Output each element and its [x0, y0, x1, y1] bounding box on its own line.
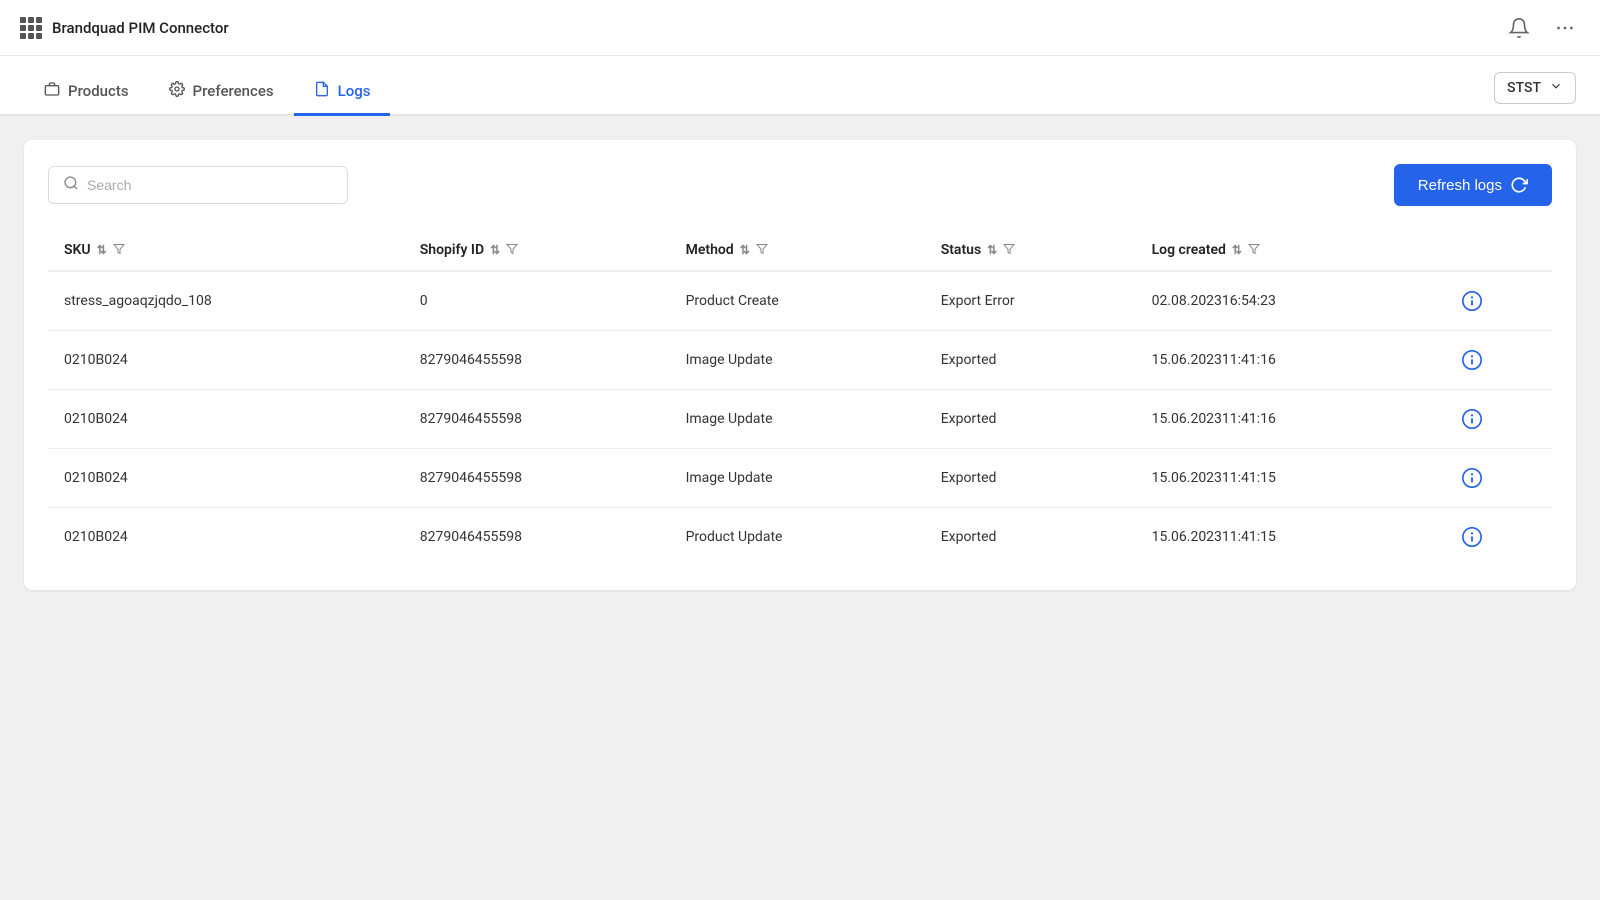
- col-method: Method ⇅: [670, 230, 925, 271]
- cell-log_created-0: 02.08.202316:54:23: [1136, 271, 1445, 331]
- col-status: Status ⇅: [925, 230, 1136, 271]
- topbar-right: [1504, 13, 1580, 43]
- more-options-button[interactable]: [1550, 13, 1580, 43]
- col-shopify-id: Shopify ID ⇅: [404, 230, 670, 271]
- gear-icon: [169, 81, 185, 101]
- method-sort-icon[interactable]: ⇅: [740, 243, 750, 257]
- cell-method-3: Image Update: [670, 449, 925, 508]
- cell-status-2: Exported: [925, 390, 1136, 449]
- table-row: 0210B0248279046455598Image UpdateExporte…: [48, 390, 1552, 449]
- refresh-logs-label: Refresh logs: [1418, 177, 1502, 194]
- info-button[interactable]: [1461, 349, 1483, 371]
- nav-bar: Products Preferences Logs STST: [0, 56, 1600, 116]
- shopify-id-sort-icon[interactable]: ⇅: [490, 243, 500, 257]
- cell-log_created-3: 15.06.202311:41:15: [1136, 449, 1445, 508]
- cell-log_created-2: 15.06.202311:41:16: [1136, 390, 1445, 449]
- search-box[interactable]: [48, 166, 348, 204]
- cell-action-0: [1445, 271, 1552, 331]
- cell-log_created-4: 15.06.202311:41:15: [1136, 508, 1445, 567]
- info-button[interactable]: [1461, 290, 1483, 312]
- table-header: SKU ⇅ Shopify ID ⇅: [48, 230, 1552, 271]
- topbar: Brandquad PIM Connector: [0, 0, 1600, 56]
- tab-logs[interactable]: Logs: [294, 81, 391, 116]
- cell-method-0: Product Create: [670, 271, 925, 331]
- briefcase-icon: [44, 81, 60, 101]
- tab-preferences[interactable]: Preferences: [149, 81, 294, 116]
- search-icon: [63, 175, 79, 195]
- store-selector-value: STST: [1507, 80, 1541, 96]
- method-filter-icon[interactable]: [756, 243, 768, 258]
- cell-status-3: Exported: [925, 449, 1136, 508]
- cell-method-4: Product Update: [670, 508, 925, 567]
- cell-status-4: Exported: [925, 508, 1136, 567]
- tab-logs-label: Logs: [338, 82, 371, 100]
- cell-log_created-1: 15.06.202311:41:16: [1136, 331, 1445, 390]
- store-selector[interactable]: STST: [1494, 72, 1576, 104]
- cell-action-2: [1445, 390, 1552, 449]
- toolbar: Refresh logs: [48, 164, 1552, 206]
- col-sku: SKU ⇅: [48, 230, 404, 271]
- table-body: stress_agoaqzjqdo_1080Product CreateExpo…: [48, 271, 1552, 566]
- cell-shopify_id-4: 8279046455598: [404, 508, 670, 567]
- table-row: stress_agoaqzjqdo_1080Product CreateExpo…: [48, 271, 1552, 331]
- tab-products[interactable]: Products: [24, 81, 149, 116]
- refresh-logs-button[interactable]: Refresh logs: [1394, 164, 1552, 206]
- sku-sort-icon[interactable]: ⇅: [97, 243, 107, 257]
- cell-method-1: Image Update: [670, 331, 925, 390]
- main-content: Refresh logs SKU ⇅: [0, 116, 1600, 900]
- cell-shopify_id-1: 8279046455598: [404, 331, 670, 390]
- refresh-icon: [1510, 176, 1528, 194]
- app-grid-icon: [20, 17, 42, 39]
- cell-sku-1: 0210B024: [48, 331, 404, 390]
- table-row: 0210B0248279046455598Image UpdateExporte…: [48, 331, 1552, 390]
- cell-status-1: Exported: [925, 331, 1136, 390]
- logs-card: Refresh logs SKU ⇅: [24, 140, 1576, 590]
- tab-products-label: Products: [68, 82, 129, 100]
- log-created-filter-icon[interactable]: [1248, 243, 1260, 258]
- search-input[interactable]: [87, 177, 333, 193]
- info-button[interactable]: [1461, 408, 1483, 430]
- col-log-created: Log created ⇅: [1136, 230, 1445, 271]
- cell-action-4: [1445, 508, 1552, 567]
- cell-sku-0: stress_agoaqzjqdo_108: [48, 271, 404, 331]
- status-filter-icon[interactable]: [1003, 243, 1015, 258]
- status-sort-icon[interactable]: ⇅: [987, 243, 997, 257]
- nav-right: STST: [1494, 72, 1576, 114]
- cell-sku-4: 0210B024: [48, 508, 404, 567]
- shopify-id-filter-icon[interactable]: [506, 243, 518, 258]
- cell-sku-2: 0210B024: [48, 390, 404, 449]
- document-icon: [314, 81, 330, 101]
- topbar-left: Brandquad PIM Connector: [20, 17, 229, 39]
- logs-table: SKU ⇅ Shopify ID ⇅: [48, 230, 1552, 566]
- log-created-sort-icon[interactable]: ⇅: [1232, 243, 1242, 257]
- info-button[interactable]: [1461, 526, 1483, 548]
- cell-shopify_id-2: 8279046455598: [404, 390, 670, 449]
- notifications-button[interactable]: [1504, 13, 1534, 43]
- cell-action-3: [1445, 449, 1552, 508]
- cell-action-1: [1445, 331, 1552, 390]
- info-button[interactable]: [1461, 467, 1483, 489]
- col-actions: [1445, 230, 1552, 271]
- table-row: 0210B0248279046455598Product UpdateExpor…: [48, 508, 1552, 567]
- cell-sku-3: 0210B024: [48, 449, 404, 508]
- tab-preferences-label: Preferences: [193, 82, 274, 100]
- cell-shopify_id-0: 0: [404, 271, 670, 331]
- app-title: Brandquad PIM Connector: [52, 19, 229, 37]
- chevron-down-icon: [1549, 79, 1563, 97]
- cell-method-2: Image Update: [670, 390, 925, 449]
- cell-status-0: Export Error: [925, 271, 1136, 331]
- table-row: 0210B0248279046455598Image UpdateExporte…: [48, 449, 1552, 508]
- sku-filter-icon[interactable]: [113, 243, 125, 258]
- cell-shopify_id-3: 8279046455598: [404, 449, 670, 508]
